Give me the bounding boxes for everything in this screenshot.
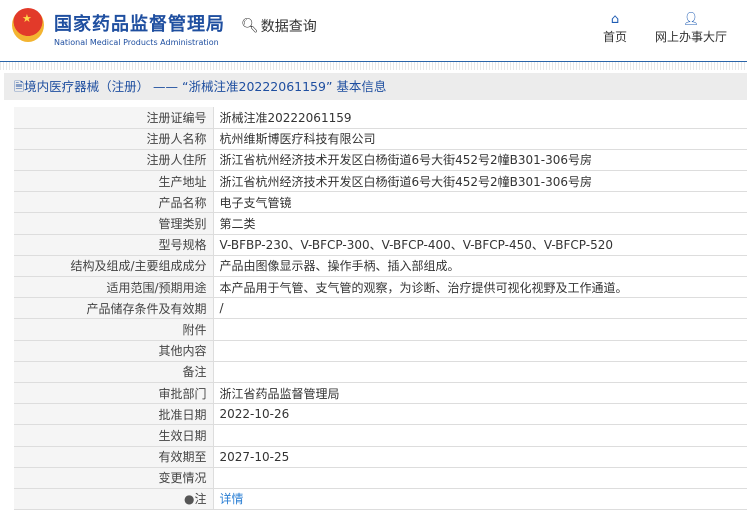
field-value: 产品由图像显示器、操作手柄、插入部组成。: [213, 255, 747, 278]
page-title-text: 境内医疗器械（注册） —— “浙械注准20222061159” 基本信息: [24, 79, 387, 94]
field-label: 生效日期: [14, 424, 214, 447]
table-row: 生效日期: [14, 424, 747, 447]
field-label: 产品名称: [14, 191, 214, 214]
table-row-note: ●注 详情: [14, 488, 747, 511]
field-label: 附件: [14, 318, 214, 341]
field-value: 浙械注准20222061159: [213, 107, 747, 129]
field-label: ●注: [14, 488, 214, 511]
field-value: [213, 467, 747, 489]
data-query-label: 数据查询: [260, 19, 317, 35]
field-value: 本产品用于气管、支气管的观察，为诊断、治疗提供可视化视野及工作通道。: [213, 276, 747, 299]
table-row: 管理类别 第二类: [14, 212, 747, 235]
table-row: 变更情况: [14, 467, 747, 489]
table-row: 结构及组成/主要组成成分 产品由图像显示器、操作手柄、插入部组成。: [14, 255, 747, 278]
page-title: 🗎境内医疗器械（注册） —— “浙械注准20222061159” 基本信息: [4, 73, 747, 100]
nav-online-hall[interactable]: 👤︎ 网上办事大厅: [655, 12, 727, 45]
table-row: 其他内容: [14, 340, 747, 362]
divider: [0, 62, 747, 70]
field-value: 第二类: [213, 212, 747, 235]
field-label: 批准日期: [14, 403, 214, 426]
field-value: V-BFBP-230、V-BFCP-300、V-BFCP-400、V-BFCP-…: [213, 234, 747, 256]
field-value: 2027-10-25: [213, 446, 747, 468]
field-label: 管理类别: [14, 212, 214, 235]
site-header: 国家药品监督管理局 National Medical Products Admi…: [0, 0, 747, 62]
field-value: 电子支气管镜: [213, 191, 747, 214]
note-label: 注: [194, 492, 207, 507]
national-emblem-logo: [12, 8, 44, 42]
field-value: 浙江省杭州经济技术开发区白杨街道6号大街452号2幢B301-306号房: [213, 170, 747, 193]
table-row: 注册证编号 浙械注准20222061159: [14, 107, 747, 129]
field-value: [213, 318, 747, 341]
field-label: 其他内容: [14, 340, 214, 362]
document-search-icon: 🔍︎: [241, 18, 259, 34]
table-row: 有效期至 2027-10-25: [14, 446, 747, 468]
field-value: 2022-10-26: [213, 403, 747, 426]
document-icon: 🗎: [14, 79, 25, 94]
field-label: 产品储存条件及有效期: [14, 297, 214, 320]
nav-home[interactable]: ⌂ 首页: [603, 12, 627, 45]
table-row: 批准日期 2022-10-26: [14, 403, 747, 426]
data-query-link[interactable]: 🔍︎ 数据查询: [241, 16, 317, 36]
org-name-cn: 国家药品监督管理局: [54, 14, 225, 35]
table-row: 型号规格 V-BFBP-230、V-BFCP-300、V-BFCP-400、V-B…: [14, 234, 747, 256]
field-label: 审批部门: [14, 382, 214, 405]
table-row: 产品储存条件及有效期 /: [14, 297, 747, 320]
field-label: 变更情况: [14, 467, 214, 489]
table-row: 注册人名称 杭州维斯博医疗科技有限公司: [14, 128, 747, 150]
user-icon: 👤︎: [682, 12, 700, 27]
home-icon: ⌂: [610, 12, 620, 27]
field-label: 型号规格: [14, 234, 214, 256]
table-row: 注册人住所 浙江省杭州经济技术开发区白杨街道6号大街452号2幢B301-306号…: [14, 149, 747, 172]
table-row: 附件: [14, 318, 747, 341]
pin-icon: ●: [184, 492, 195, 507]
field-value: [213, 424, 747, 447]
nav-online-hall-label: 网上办事大厅: [655, 30, 728, 44]
field-value: 浙江省杭州经济技术开发区白杨街道6号大街452号2幢B301-306号房: [213, 149, 747, 172]
details-link[interactable]: 详情: [220, 492, 244, 506]
brand[interactable]: 国家药品监督管理局 National Medical Products Admi…: [54, 10, 225, 47]
field-label: 备注: [14, 361, 214, 383]
field-label: 结构及组成/主要组成成分: [14, 255, 214, 278]
org-name-en: National Medical Products Administration: [54, 38, 219, 47]
info-table: 注册证编号 浙械注准20222061159 注册人名称 杭州维斯博医疗科技有限公司 注册…: [14, 107, 747, 511]
field-value: [213, 361, 747, 383]
field-label: 注册证编号: [14, 107, 214, 129]
table-row: 生产地址 浙江省杭州经济技术开发区白杨街道6号大街452号2幢B301-306号房: [14, 170, 747, 193]
nav-home-label: 首页: [603, 30, 628, 44]
field-value: 浙江省药品监督管理局: [213, 382, 747, 405]
field-value: /: [213, 297, 747, 320]
table-row: 适用范围/预期用途 本产品用于气管、支气管的观察，为诊断、治疗提供可视化视野及工作…: [14, 276, 747, 299]
field-label: 生产地址: [14, 170, 214, 193]
field-value: [213, 340, 747, 362]
field-label: 注册人名称: [14, 128, 214, 150]
field-value: 杭州维斯博医疗科技有限公司: [213, 128, 747, 150]
field-label: 有效期至: [14, 446, 214, 468]
table-row: 审批部门 浙江省药品监督管理局: [14, 382, 747, 405]
field-label: 注册人住所: [14, 149, 214, 172]
table-row: 产品名称 电子支气管镜: [14, 191, 747, 214]
table-row: 备注: [14, 361, 747, 383]
field-label: 适用范围/预期用途: [14, 276, 214, 299]
